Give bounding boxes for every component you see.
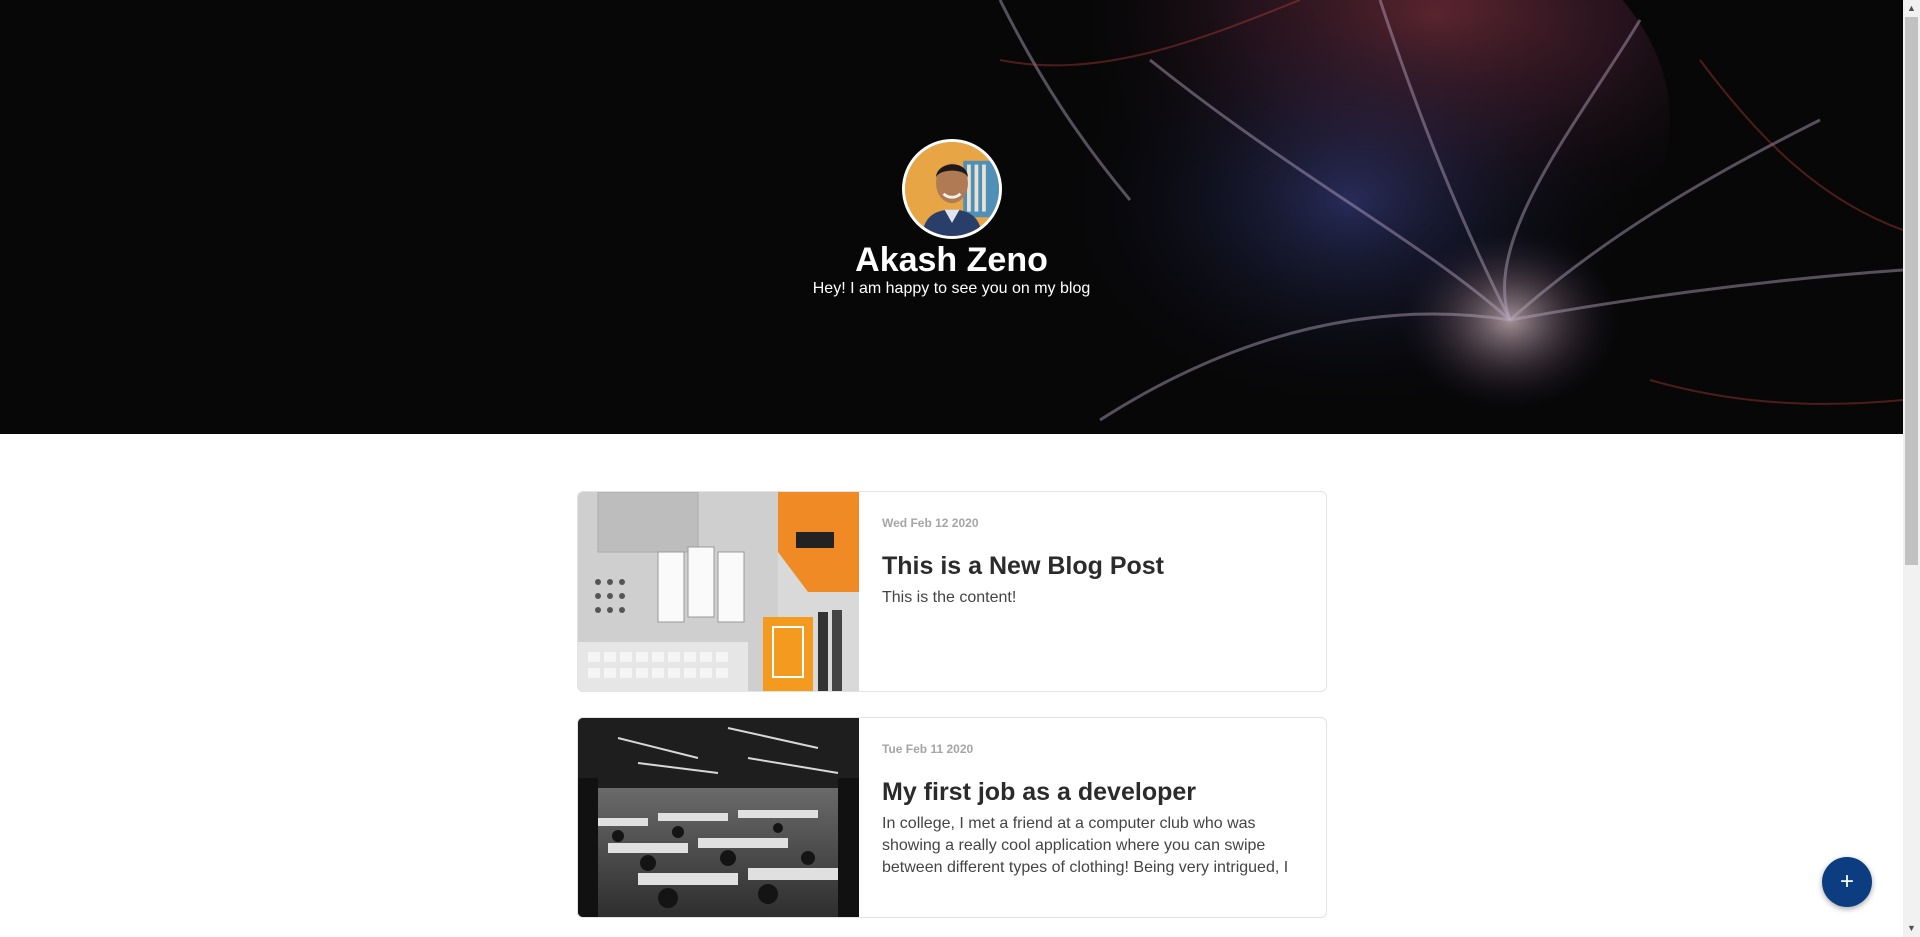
post-content: Tue Feb 11 2020 My first job as a develo… <box>882 718 1302 879</box>
post-title[interactable]: This is a New Blog Post <box>882 551 1302 581</box>
post-card[interactable]: Wed Feb 12 2020 This is a New Blog Post … <box>577 491 1327 692</box>
post-excerpt: In college, I met a friend at a computer… <box>882 815 1289 876</box>
post-thumbnail-image <box>578 492 859 691</box>
hero-banner: Akash Zeno Hey! I am happy to see you on… <box>0 0 1903 434</box>
profile-name: Akash Zeno <box>855 241 1048 279</box>
avatar-photo <box>904 142 999 236</box>
avatar <box>901 139 1002 239</box>
post-content: Wed Feb 12 2020 This is a New Blog Post … <box>882 492 1302 609</box>
scroll-down-arrow-icon[interactable]: ▼ <box>1903 920 1920 937</box>
profile-header: Akash Zeno Hey! I am happy to see you on… <box>0 139 1903 299</box>
post-thumbnail-image <box>578 718 859 917</box>
vertical-scrollbar[interactable]: ▲ ▼ <box>1903 0 1920 937</box>
page: Akash Zeno Hey! I am happy to see you on… <box>0 0 1903 937</box>
post-title[interactable]: My first job as a developer <box>882 777 1302 807</box>
post-thumbnail[interactable] <box>578 718 859 917</box>
post-excerpt: This is the content! <box>882 589 1017 606</box>
profile-tagline: Hey! I am happy to see you on my blog <box>812 280 1091 297</box>
scrollbar-thumb[interactable] <box>1905 17 1918 565</box>
post-date: Tue Feb 11 2020 <box>882 742 974 756</box>
add-post-button[interactable]: + <box>1822 857 1872 907</box>
scroll-up-arrow-icon[interactable]: ▲ <box>1903 0 1920 17</box>
post-date: Wed Feb 12 2020 <box>882 516 979 530</box>
post-card[interactable]: Tue Feb 11 2020 My first job as a develo… <box>577 717 1327 918</box>
post-thumbnail[interactable] <box>578 492 859 691</box>
